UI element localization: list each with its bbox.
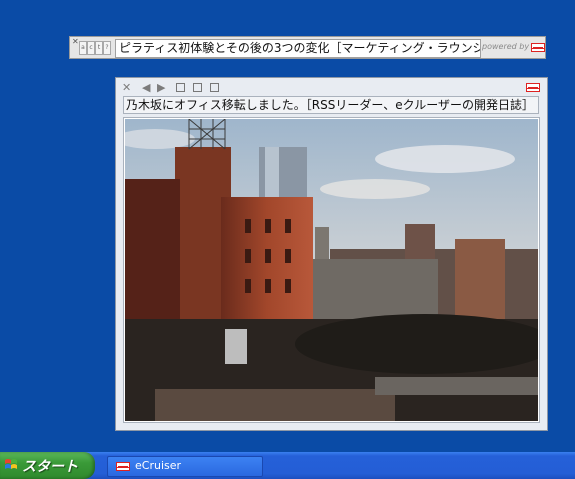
taskbar: スタート eCruiser: [0, 452, 575, 479]
article-photo: [123, 117, 540, 423]
windows-flag-icon: [5, 459, 17, 469]
ecruiser-logo-icon[interactable]: [531, 43, 545, 52]
ticker-mini-button-1[interactable]: a: [79, 41, 87, 55]
ticker-mini-button-3[interactable]: t: [95, 41, 103, 55]
ticker-bar: ✕ a c t ? ピラティス初体験とその後の3つの変化［マーケティング・ラウン…: [69, 36, 546, 59]
article-headline[interactable]: 乃木坂にオフィス移転しました。［RSSリーダー、eクルーザーの開発日誌］: [123, 96, 539, 114]
taskbar-item-label: eCruiser: [135, 459, 182, 472]
start-button[interactable]: スタート: [0, 452, 95, 479]
previous-arrow-icon[interactable]: ◀: [142, 81, 150, 95]
close-icon[interactable]: ✕: [122, 81, 131, 95]
ticker-mini-buttons: a c t ?: [79, 41, 112, 56]
city-photo-image: [125, 119, 538, 421]
grid-view-icon[interactable]: [193, 83, 202, 92]
ticker-mini-button-4[interactable]: ?: [103, 41, 111, 55]
article-viewer-window: ✕ ◀ ▶ 乃木坂にオフィス移転しました。［RSSリーダー、eクルーザーの開発日…: [115, 77, 548, 431]
ticker-close-icon[interactable]: ✕: [72, 37, 79, 47]
taskbar-item-ecruiser[interactable]: eCruiser: [107, 456, 263, 477]
window-restore-icon[interactable]: [176, 83, 185, 92]
minimize-icon[interactable]: [210, 83, 219, 92]
next-arrow-icon[interactable]: ▶: [157, 81, 165, 95]
ecruiser-logo-icon[interactable]: [526, 83, 540, 92]
ticker-headline[interactable]: ピラティス初体験とその後の3つの変化［マーケティング・ラウンジ by..: [115, 39, 481, 58]
powered-by-label: powered by: [482, 42, 530, 51]
start-label: スタート: [22, 459, 78, 475]
ecruiser-app-icon: [116, 462, 130, 471]
ticker-mini-button-2[interactable]: c: [87, 41, 95, 55]
